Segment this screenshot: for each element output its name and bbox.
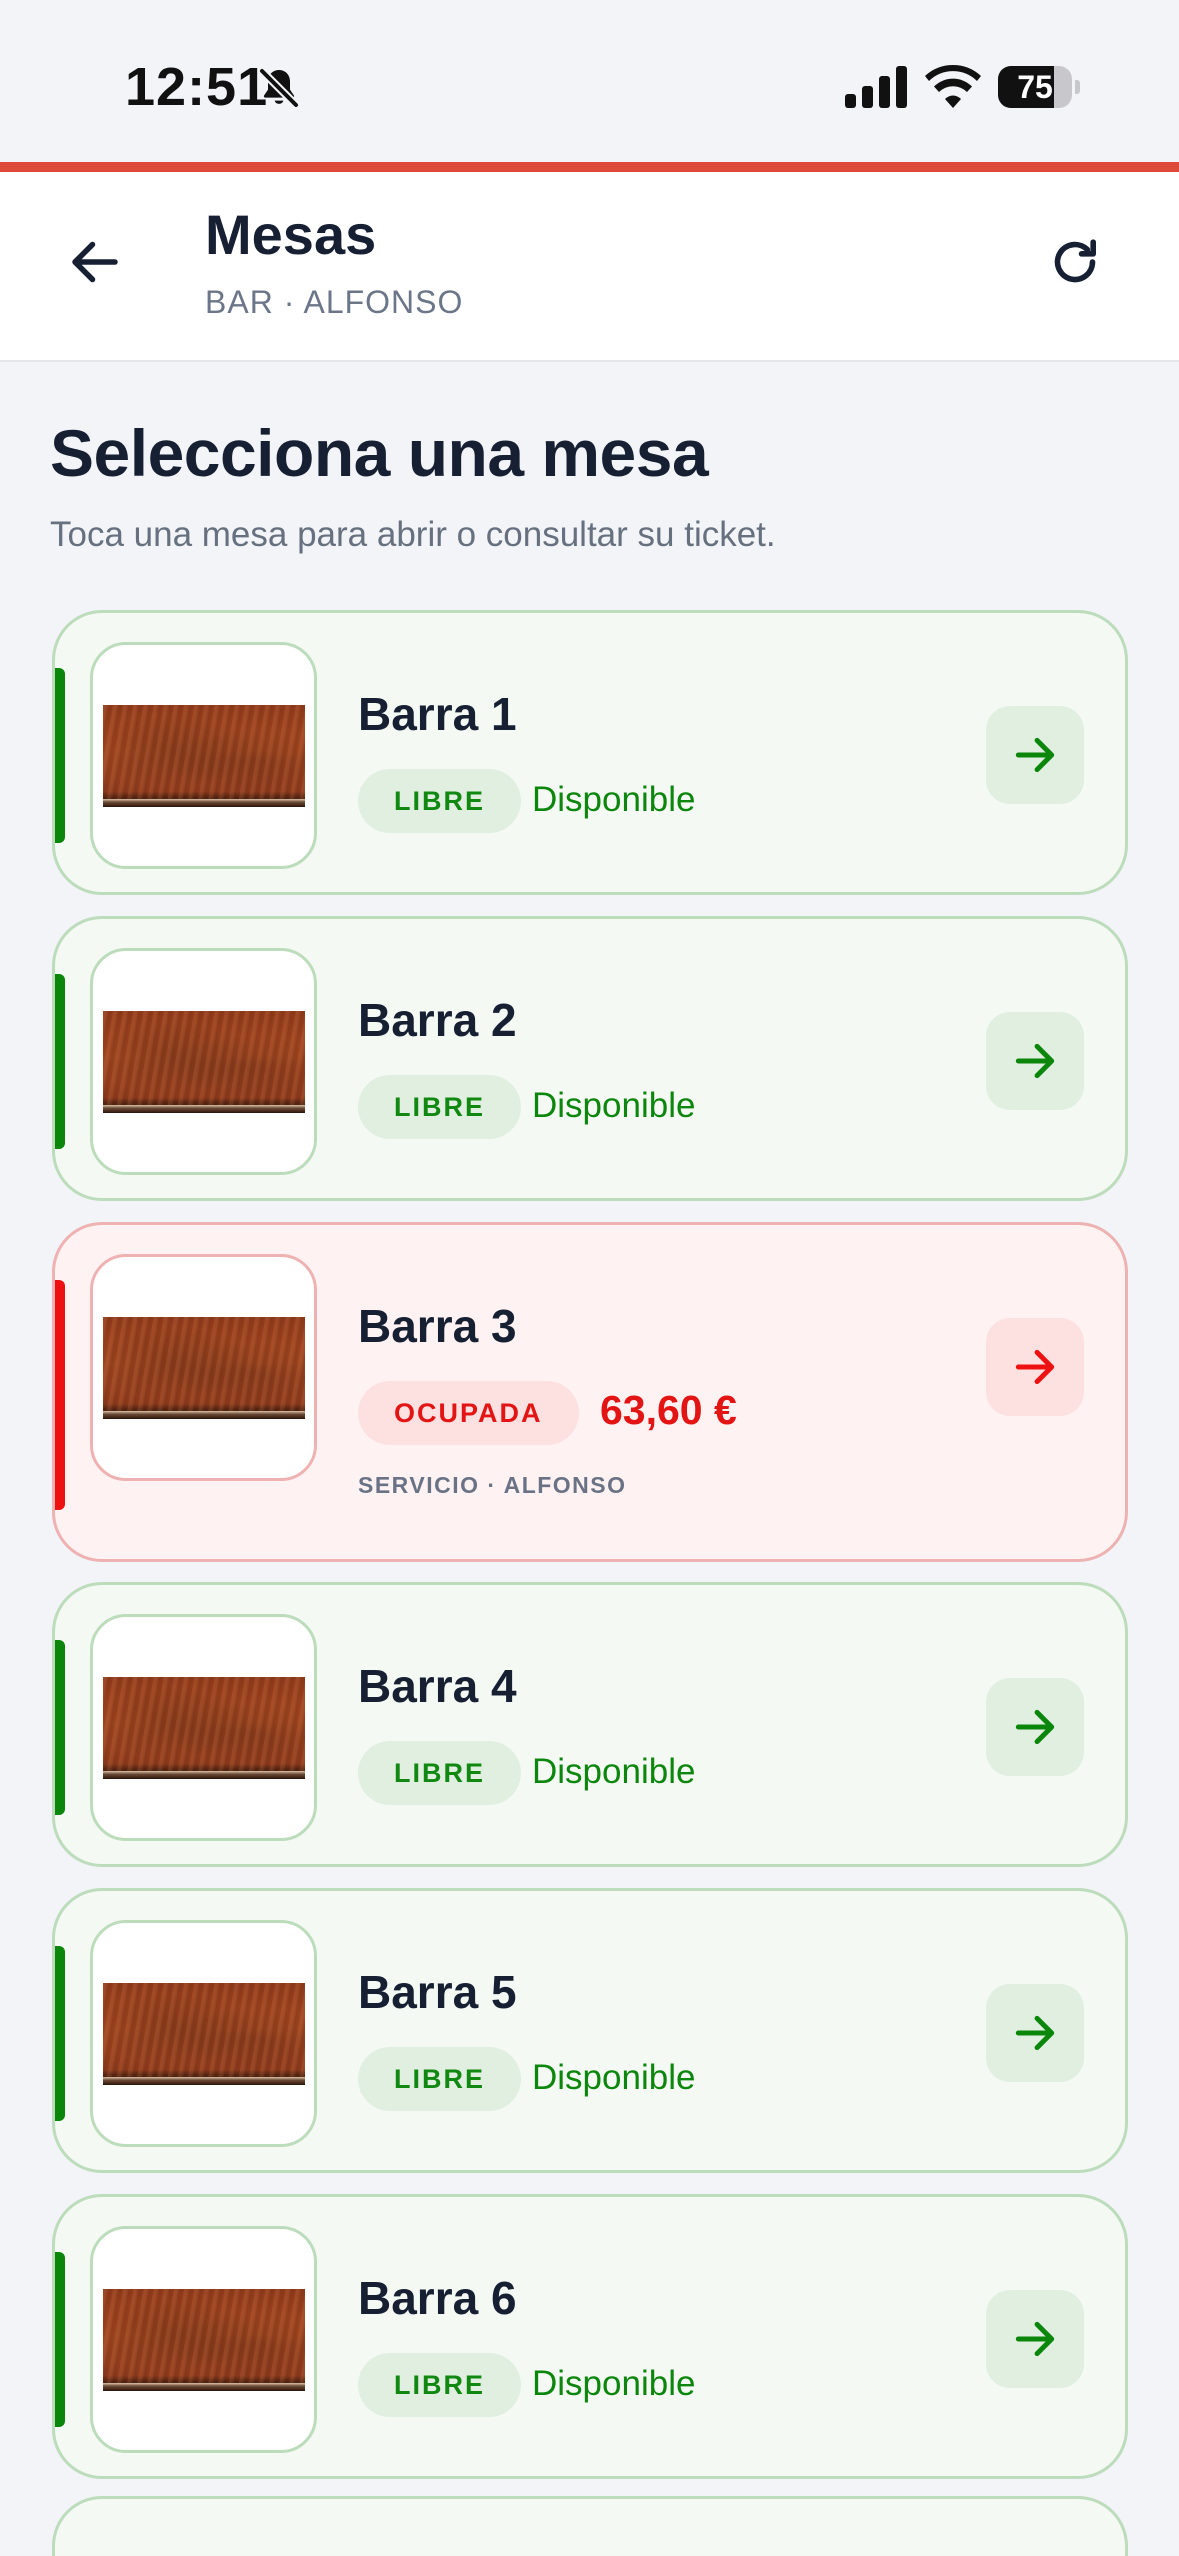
table-card[interactable]: Barra 5 LIBRE Disponible (52, 1888, 1128, 2173)
table-thumbnail (90, 948, 317, 1175)
status-text: Disponible (532, 2058, 696, 2097)
table-card[interactable]: Barra 2 LIBRE Disponible (52, 916, 1128, 1201)
arrow-left-icon (72, 241, 118, 283)
status-stripe (55, 1280, 65, 1510)
status-text: Disponible (532, 2364, 696, 2403)
status-stripe (55, 1946, 65, 2121)
status-text: Disponible (532, 1086, 696, 1125)
cellular-signal-icon (845, 66, 907, 108)
table-name: Barra 5 (358, 1966, 517, 2018)
refresh-button[interactable] (1035, 222, 1115, 302)
table-name: Barra 2 (358, 994, 517, 1046)
page-header-subtitle: BAR · ALFONSO (205, 284, 464, 320)
table-card[interactable]: Barra 4 LIBRE Disponible (52, 1582, 1128, 1867)
table-card[interactable]: Barra 1 LIBRE Disponible (52, 610, 1128, 895)
status-text: Disponible (532, 780, 696, 819)
status-stripe (55, 668, 65, 843)
status-badge: OCUPADA (358, 1381, 579, 1445)
status-badge: LIBRE (358, 1741, 521, 1805)
arrow-right-icon (1015, 2321, 1055, 2357)
page-header-title: Mesas (205, 203, 377, 266)
open-table-button[interactable] (986, 1318, 1084, 1416)
status-stripe (55, 2252, 65, 2427)
bell-slash-icon (258, 67, 300, 109)
open-table-button[interactable] (986, 2290, 1084, 2388)
battery-percent: 75 (1017, 69, 1053, 105)
table-card[interactable]: Barra 6 LIBRE Disponible (52, 2194, 1128, 2479)
table-card[interactable]: Barra 3 OCUPADA 63,60 € SERVICIO · ALFON… (52, 1222, 1128, 1562)
open-table-button[interactable] (986, 1984, 1084, 2082)
accent-line (0, 162, 1179, 172)
status-time: 12:51 (125, 57, 269, 117)
table-name: Barra 6 (358, 2272, 517, 2324)
table-name: Barra 1 (358, 688, 517, 740)
arrow-right-icon (1015, 1349, 1055, 1385)
status-badge: LIBRE (358, 769, 521, 833)
status-text: Disponible (532, 1752, 696, 1791)
service-label: SERVICIO · ALFONSO (358, 1472, 627, 1498)
battery-icon: 75 (998, 66, 1080, 108)
status-stripe (55, 974, 65, 1149)
ticket-amount: 63,60 € (600, 1387, 737, 1433)
open-table-button[interactable] (986, 1012, 1084, 1110)
arrow-right-icon (1015, 1043, 1055, 1079)
app-header: Mesas BAR · ALFONSO (0, 172, 1179, 362)
open-table-button[interactable] (986, 1678, 1084, 1776)
status-stripe (55, 1640, 65, 1815)
wifi-icon (925, 64, 981, 108)
table-thumbnail (90, 1254, 317, 1481)
status-badge: LIBRE (358, 1075, 521, 1139)
table-thumbnail (90, 2226, 317, 2453)
page-description: Toca una mesa para abrir o consultar su … (50, 515, 776, 554)
status-badge: LIBRE (358, 2353, 521, 2417)
table-card-partial[interactable] (52, 2496, 1128, 2556)
status-badge: LIBRE (358, 2047, 521, 2111)
status-bar: 12:51 75 (0, 0, 1179, 162)
table-name: Barra 4 (358, 1660, 517, 1712)
table-thumbnail (90, 642, 317, 869)
back-button[interactable] (55, 222, 135, 302)
arrow-right-icon (1015, 2015, 1055, 2051)
refresh-icon (1054, 239, 1096, 283)
arrow-right-icon (1015, 1709, 1055, 1745)
open-table-button[interactable] (986, 706, 1084, 804)
table-thumbnail (90, 1920, 317, 2147)
arrow-right-icon (1015, 737, 1055, 773)
table-thumbnail (90, 1614, 317, 1841)
page-title: Selecciona una mesa (50, 416, 709, 490)
table-name: Barra 3 (358, 1300, 517, 1352)
